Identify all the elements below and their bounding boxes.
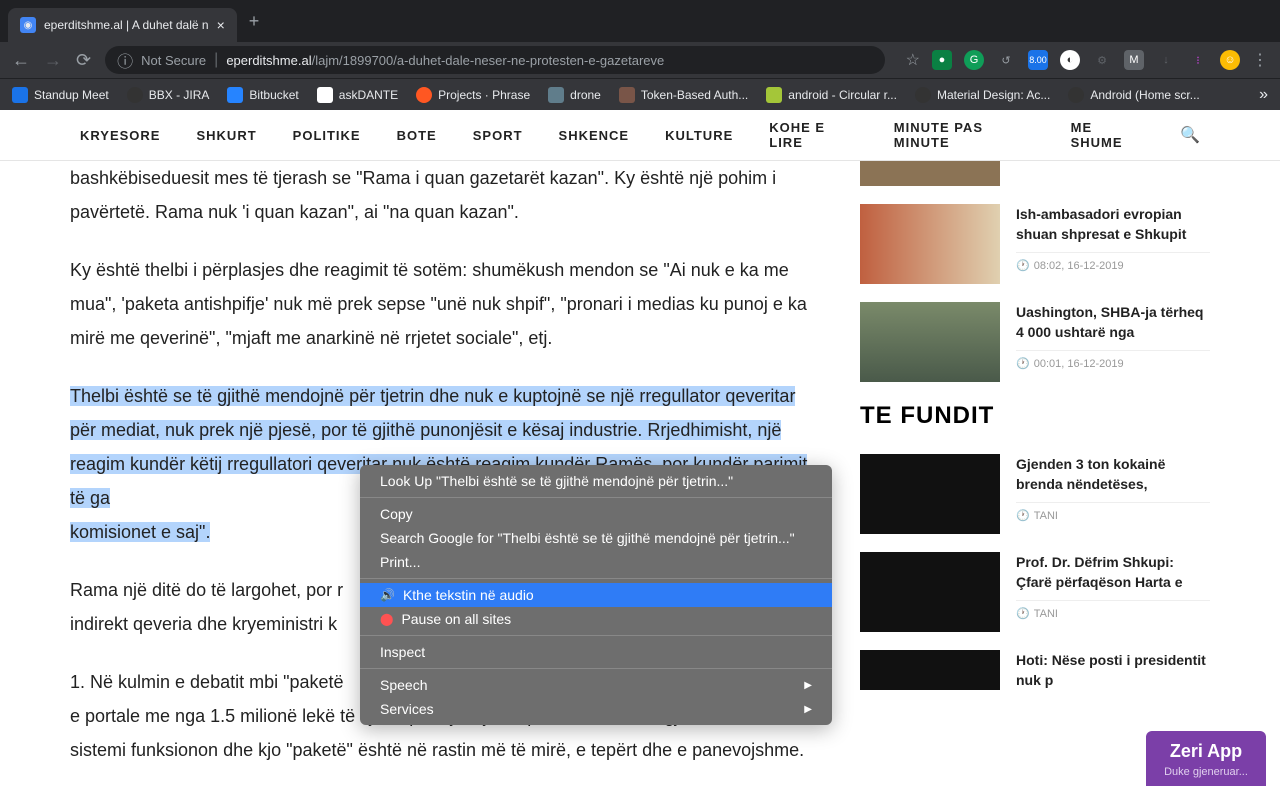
ext-icon[interactable]: ⁝ bbox=[1188, 50, 1208, 70]
tab-title: eperditshme.al | A duhet dalë n bbox=[44, 18, 209, 32]
section-heading: TE FUNDIT bbox=[860, 402, 1210, 430]
nav-item[interactable]: SHKENCE bbox=[559, 128, 630, 143]
ctx-tts[interactable]: 🔊Kthe tekstin në audio bbox=[360, 583, 832, 607]
ctx-speech[interactable]: Speech▶ bbox=[360, 673, 832, 697]
sidebar-article[interactable]: Ish-ambasadori evropian shuan shpresat e… bbox=[860, 204, 1210, 284]
ext-badge[interactable]: 8.00 bbox=[1028, 50, 1048, 70]
article-thumb bbox=[860, 302, 1000, 382]
active-tab[interactable]: ◉ eperditshme.al | A duhet dalë n × bbox=[8, 8, 237, 42]
nav-item[interactable]: SHKURT bbox=[196, 128, 256, 143]
context-menu: Look Up "Thelbi është se të gjithë mendo… bbox=[360, 465, 832, 725]
bookmark[interactable]: Token-Based Auth... bbox=[619, 87, 748, 103]
ext-icon[interactable]: ● bbox=[932, 50, 952, 70]
star-icon[interactable]: ☆ bbox=[906, 50, 920, 70]
menu-icon[interactable]: ⋮ bbox=[1252, 50, 1268, 70]
toolbar: ← → ⟳ ⓘ Not Secure | eperditshme.al/lajm… bbox=[0, 42, 1280, 78]
zeri-popup[interactable]: Zeri App Duke gjeneruar... bbox=[1146, 731, 1266, 786]
new-tab-button[interactable]: + bbox=[249, 11, 260, 32]
article-time: 🕐 00:01, 16-12-2019 bbox=[1016, 350, 1210, 370]
extensions: ☆ ● G ↺ 8.00 ◐ ⚙ M ↓ ⁝ ☺ ⋮ bbox=[906, 50, 1268, 70]
article-thumb bbox=[860, 552, 1000, 632]
article-title: Uashington, SHBA-ja tërheq 4 000 ushtarë… bbox=[1016, 302, 1210, 342]
avatar[interactable]: ☺ bbox=[1220, 50, 1240, 70]
bookmark[interactable]: Projects · Phrase bbox=[416, 87, 530, 103]
ext-icon[interactable]: ↺ bbox=[996, 50, 1016, 70]
sidebar-article[interactable]: Hoti: Nëse posti i presidentit nuk p bbox=[860, 650, 1210, 698]
ctx-inspect[interactable]: Inspect bbox=[360, 640, 832, 664]
ctx-pause[interactable]: ⬤Pause on all sites bbox=[360, 607, 832, 631]
search-icon[interactable]: 🔍 bbox=[1180, 125, 1200, 145]
stop-icon: ⬤ bbox=[380, 612, 393, 626]
ctx-services[interactable]: Services▶ bbox=[360, 697, 832, 721]
sidebar-article[interactable]: Gjenden 3 ton kokainë brenda nëndetëses,… bbox=[860, 454, 1210, 534]
bookmark[interactable]: Standup Meet bbox=[12, 87, 109, 103]
favicon-icon: ◉ bbox=[20, 17, 36, 33]
sidebar: 🕐 05:32, 18-12-2019 Ish-ambasadori evrop… bbox=[860, 161, 1210, 800]
chevron-right-icon: ▶ bbox=[804, 704, 812, 715]
paragraph: bashkëbiseduesit mes të tjerash se "Rama… bbox=[70, 161, 820, 229]
article-thumb bbox=[860, 204, 1000, 284]
nav-item[interactable]: KRYESORE bbox=[80, 128, 160, 143]
site-nav: KRYESORE SHKURT POLITIKE BOTE SPORT SHKE… bbox=[0, 110, 1280, 161]
nav-item[interactable]: SPORT bbox=[473, 128, 523, 143]
article-time: 🕐 08:02, 16-12-2019 bbox=[1016, 252, 1210, 272]
nav-item[interactable]: MINUTE PAS MINUTE bbox=[894, 120, 1035, 150]
sidebar-article[interactable]: Prof. Dr. Dëfrim Shkupi: Çfarë përfaqëso… bbox=[860, 552, 1210, 632]
back-icon[interactable]: ← bbox=[12, 50, 30, 71]
article-thumb bbox=[860, 650, 1000, 690]
download-icon[interactable]: ↓ bbox=[1156, 50, 1176, 70]
ext-icon[interactable]: M bbox=[1124, 50, 1144, 70]
article-thumb bbox=[860, 454, 1000, 534]
reload-icon[interactable]: ⟳ bbox=[76, 50, 91, 71]
nav-item[interactable]: KOHE E LIRE bbox=[769, 120, 858, 150]
sidebar-article[interactable]: Uashington, SHBA-ja tërheq 4 000 ushtarë… bbox=[860, 302, 1210, 382]
forward-icon[interactable]: → bbox=[44, 50, 62, 71]
bookmark[interactable]: Material Design: Ac... bbox=[915, 87, 1050, 103]
bookmark[interactable]: drone bbox=[548, 87, 601, 103]
nav-item[interactable]: POLITIKE bbox=[293, 128, 361, 143]
sidebar-article[interactable]: 🕐 05:32, 18-12-2019 bbox=[860, 161, 1210, 186]
tab-strip: ◉ eperditshme.al | A duhet dalë n × + bbox=[0, 0, 1280, 42]
zeri-title: Zeri App bbox=[1154, 741, 1258, 762]
ext-icon[interactable]: G bbox=[964, 50, 984, 70]
ctx-search[interactable]: Search Google for "Thelbi është se të gj… bbox=[360, 526, 832, 550]
ctx-lookup[interactable]: Look Up "Thelbi është se të gjithë mendo… bbox=[360, 469, 832, 493]
bookmark[interactable]: android - Circular r... bbox=[766, 87, 897, 103]
ctx-copy[interactable]: Copy bbox=[360, 502, 832, 526]
security-status: Not Secure bbox=[141, 53, 206, 68]
article-title: Gjenden 3 ton kokainë brenda nëndetëses, bbox=[1016, 454, 1210, 494]
bookmark[interactable]: Bitbucket bbox=[227, 87, 298, 103]
info-icon[interactable]: ⓘ bbox=[117, 48, 133, 72]
article-time: 🕐 TANI bbox=[1016, 502, 1210, 522]
close-icon[interactable]: × bbox=[217, 17, 225, 33]
bookmark[interactable]: askDANTE bbox=[317, 87, 398, 103]
nav-item[interactable]: ME SHUME bbox=[1071, 120, 1144, 150]
ext-icon[interactable]: ⚙ bbox=[1092, 50, 1112, 70]
zeri-status: Duke gjeneruar... bbox=[1154, 766, 1258, 778]
paragraph: Ky është thelbi i përplasjes dhe reagimi… bbox=[70, 253, 820, 355]
bookmark[interactable]: BBX - JIRA bbox=[127, 87, 210, 103]
article-time: 🕐 TANI bbox=[1016, 600, 1210, 620]
bookmark[interactable]: Android (Home scr... bbox=[1068, 87, 1199, 103]
address-bar[interactable]: ⓘ Not Secure | eperditshme.al/lajm/18997… bbox=[105, 46, 885, 74]
ctx-print[interactable]: Print... bbox=[360, 550, 832, 574]
bookmarks-overflow[interactable]: » bbox=[1259, 86, 1268, 104]
nav-item[interactable]: BOTE bbox=[397, 128, 437, 143]
chevron-right-icon: ▶ bbox=[804, 680, 812, 691]
article-thumb bbox=[860, 161, 1000, 186]
bookmarks-bar: Standup Meet BBX - JIRA Bitbucket askDAN… bbox=[0, 78, 1280, 110]
ext-icon[interactable]: ◐ bbox=[1060, 50, 1080, 70]
article-title: Ish-ambasadori evropian shuan shpresat e… bbox=[1016, 204, 1210, 244]
article-title: Hoti: Nëse posti i presidentit nuk p bbox=[1016, 650, 1210, 690]
article-title: Prof. Dr. Dëfrim Shkupi: Çfarë përfaqëso… bbox=[1016, 552, 1210, 592]
nav-item[interactable]: KULTURE bbox=[665, 128, 733, 143]
url-text: eperditshme.al/lajm/1899700/a-duhet-dale… bbox=[226, 53, 664, 68]
audio-icon: 🔊 bbox=[380, 588, 395, 602]
